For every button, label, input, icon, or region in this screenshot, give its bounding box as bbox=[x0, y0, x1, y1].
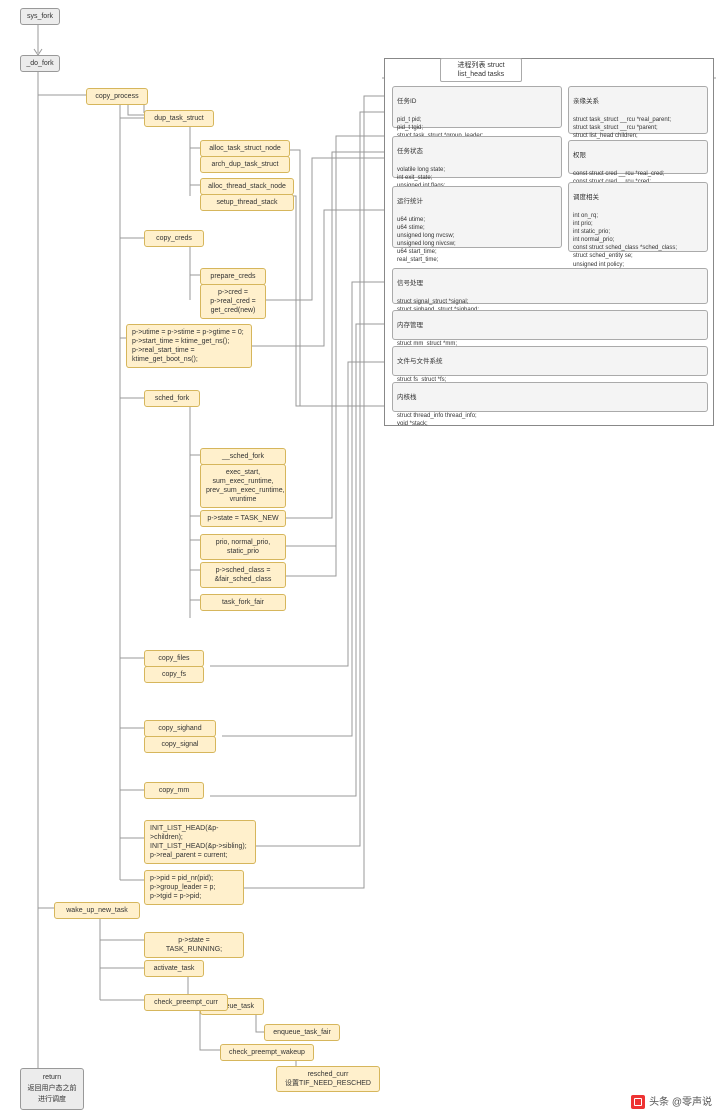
struct-signal: 信号处理 struct signal_struct *signal; struc… bbox=[392, 268, 708, 304]
node-prepare-creds: prepare_creds bbox=[200, 268, 266, 285]
node-copy-files: copy_files bbox=[144, 650, 204, 667]
node-arch-dup-task-struct: arch_dup_task_struct bbox=[200, 156, 290, 173]
node-init-list: INIT_LIST_HEAD(&p- >children); INIT_LIST… bbox=[144, 820, 256, 864]
node-sys-fork: sys_fork bbox=[20, 8, 60, 25]
struct-fs: 文件与文件系统 struct fs_struct *fs; struct fil… bbox=[392, 346, 708, 376]
struct-task-id-hdr: 任务ID bbox=[397, 98, 557, 107]
node-check-preempt-curr: check_preempt_curr bbox=[144, 994, 228, 1011]
node-state-task-new: p->state = TASK_NEW bbox=[200, 510, 286, 527]
struct-sched-body: int on_rq; int prio; int static_prio; in… bbox=[573, 212, 703, 269]
node-return: return 返回用户态之前 进行调度 bbox=[20, 1068, 84, 1110]
node-alloc-thread-stack: alloc_thread_stack_node bbox=[200, 178, 294, 195]
struct-stats: 运行统计 u64 utime; u64 stime; unsigned long… bbox=[392, 186, 562, 248]
task-struct-title: 进程列表 struct list_head tasks bbox=[440, 58, 522, 82]
struct-perm: 权限 const struct cred __rcu *real_cred; c… bbox=[568, 140, 708, 174]
struct-mm-hdr: 内存管理 bbox=[397, 322, 703, 331]
watermark-logo-icon bbox=[631, 1095, 645, 1109]
node-pid-block: p->pid = pid_nr(pid); p->group_leader = … bbox=[144, 870, 244, 905]
struct-fs-hdr: 文件与文件系统 bbox=[397, 358, 703, 367]
node-activate-task: activate_task bbox=[144, 960, 204, 977]
node-wake-up-new-task: wake_up_new_task bbox=[54, 902, 140, 919]
node-enqueue-task-fair: enqueue_task_fair bbox=[264, 1024, 340, 1041]
node-time-block: p->utime = p->stime = p->gtime = 0; p->s… bbox=[126, 324, 252, 368]
node-resched-curr: resched_curr 设置TIF_NEED_RESCHED bbox=[276, 1066, 380, 1092]
node-sched-class: p->sched_class = &fair_sched_class bbox=[200, 562, 286, 588]
struct-sched: 调度相关 int on_rq; int prio; int static_pri… bbox=[568, 182, 708, 252]
struct-stats-hdr: 运行统计 bbox=[397, 198, 557, 207]
node-setup-thread-stack: setup_thread_stack bbox=[200, 194, 294, 211]
watermark-text: 头条 @零声说 bbox=[649, 1097, 712, 1108]
node-do-fork: _do_fork bbox=[20, 55, 60, 72]
struct-task-state-hdr: 任务状态 bbox=[397, 148, 557, 157]
node-cred-assign: p->cred = p->real_cred = get_cred(new) bbox=[200, 284, 266, 319]
node-copy-creds: copy_creds bbox=[144, 230, 204, 247]
node-copy-signal: copy_signal bbox=[144, 736, 216, 753]
struct-relation-hdr: 亲缘关系 bbox=[573, 98, 703, 107]
node-dup-task-struct: dup_task_struct bbox=[144, 110, 214, 127]
struct-stack-body: struct thread_info thread_info; void *st… bbox=[397, 412, 703, 428]
node-copy-process: copy_process bbox=[86, 88, 148, 105]
node-check-preempt-wakeup: check_preempt_wakeup bbox=[220, 1044, 314, 1061]
struct-sched-hdr: 调度相关 bbox=[573, 194, 703, 203]
node-state-running: p->state = TASK_RUNNING; bbox=[144, 932, 244, 958]
node-prio-block: prio, normal_prio, static_prio bbox=[200, 534, 286, 560]
struct-stats-body: u64 utime; u64 stime; unsigned long nvcs… bbox=[397, 216, 557, 265]
struct-signal-hdr: 信号处理 bbox=[397, 280, 703, 289]
node-copy-sighand: copy_sighand bbox=[144, 720, 216, 737]
node-copy-mm: copy_mm bbox=[144, 782, 204, 799]
node-sched-fork-body: exec_start, sum_exec_runtime, prev_sum_e… bbox=[200, 464, 286, 508]
struct-task-id: 任务ID pid_t pid; pid_t tgid; struct task_… bbox=[392, 86, 562, 128]
node-task-fork-fair: task_fork_fair bbox=[200, 594, 286, 611]
struct-stack: 内核栈 struct thread_info thread_info; void… bbox=[392, 382, 708, 412]
struct-perm-hdr: 权限 bbox=[573, 152, 703, 161]
struct-mm: 内存管理 struct mm_struct *mm; struct mm_str… bbox=[392, 310, 708, 340]
node-alloc-task-struct: alloc_task_struct_node bbox=[200, 140, 290, 157]
watermark: 头条 @零声说 bbox=[631, 1093, 712, 1109]
node-sched-fork: sched_fork bbox=[144, 390, 200, 407]
struct-stack-hdr: 内核栈 bbox=[397, 394, 703, 403]
node-copy-fs: copy_fs bbox=[144, 666, 204, 683]
struct-relation: 亲缘关系 struct task_struct __rcu *real_pare… bbox=[568, 86, 708, 134]
struct-task-state: 任务状态 volatile long state; int exit_state… bbox=[392, 136, 562, 178]
node-sched-fork-inner: __sched_fork bbox=[200, 448, 286, 465]
